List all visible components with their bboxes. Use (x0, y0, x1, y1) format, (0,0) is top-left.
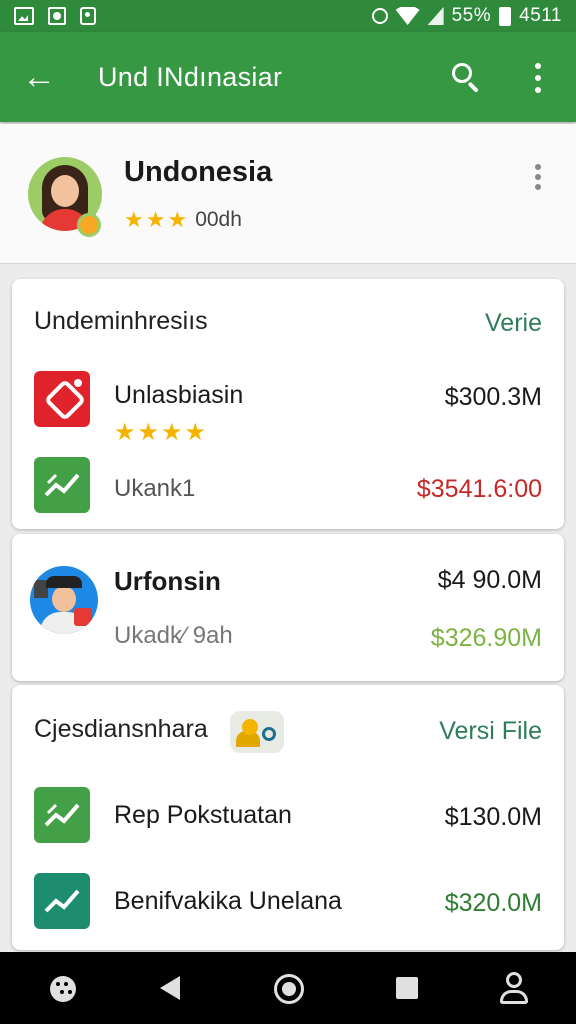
app-bar-title: Und INdınasiar (98, 61, 283, 92)
overflow-menu-icon[interactable] (528, 60, 548, 96)
card-view-link[interactable]: Verie (485, 309, 542, 338)
item-name[interactable]: Ukank1 (114, 475, 195, 503)
item-price: $320.0M (444, 889, 542, 917)
rating-text: 00dh (195, 208, 242, 231)
profile-header: Undonesia ★ ★ ★ 00dh (0, 124, 576, 264)
star-icon: ★ (145, 207, 166, 232)
card-heading: Cjesdiansnhara (34, 715, 208, 743)
verified-badge-icon (77, 213, 101, 237)
holdings-card: Cjesdiansnhara Versi File Rep Pokstuatan… (12, 685, 564, 950)
recents-icon[interactable] (366, 952, 446, 1024)
item-name[interactable]: Benifvakika Unelana (114, 887, 342, 916)
back-arrow-icon[interactable]: ← (0, 32, 84, 122)
item-price: $3541.6:00 (416, 475, 542, 503)
system-indicators: 55% 4511 (371, 5, 562, 27)
battery-icon (499, 6, 512, 26)
person-avatar (30, 566, 98, 634)
star-icon: ★ (114, 419, 136, 446)
item-price: $300.3M (444, 383, 542, 411)
notification-icons (14, 7, 96, 25)
wifi-icon (395, 7, 420, 25)
card-heading: Undeminhresiıs (34, 307, 208, 335)
person-name: Urfonsin (114, 566, 221, 596)
person-subtitle: Ukadk⁄ 9ah (114, 622, 233, 649)
back-icon[interactable] (130, 952, 210, 1024)
star-icon: ★ (184, 419, 207, 446)
item-rating: ★ ★ ★ ★ (114, 421, 206, 445)
card-file-link[interactable]: Versi File (439, 717, 542, 746)
person-card[interactable]: Urfonsin Ukadk⁄ 9ah $4 90.0M $326.90M (12, 534, 564, 681)
primary-price: $4 90.0M (437, 566, 542, 594)
alarm-icon (371, 8, 388, 24)
battery-percent: 55% (451, 5, 492, 26)
portfolio-card: Undeminhresiıs Verie Unlasbiasin ★ ★ ★ ★… (12, 279, 564, 529)
green-chart-icon (34, 457, 90, 513)
star-icon: ★ (161, 419, 183, 446)
message-notification-icon (48, 7, 66, 25)
search-icon[interactable] (448, 59, 484, 95)
home-icon[interactable] (248, 952, 328, 1024)
profile-more-icon[interactable] (532, 162, 544, 192)
user-badge-icon (230, 711, 284, 753)
signal-icon (427, 7, 444, 25)
red-tag-icon (34, 371, 90, 427)
item-name[interactable]: Unlasbiasin (114, 381, 243, 410)
app-notification-icon (80, 7, 96, 25)
clock: 4511 (519, 5, 562, 26)
system-nav-bar (0, 952, 576, 1024)
secondary-price: $326.90M (430, 624, 542, 652)
status-bar: 55% 4511 (0, 0, 576, 32)
star-icon: ★ (124, 207, 144, 232)
image-notification-icon (14, 7, 34, 25)
star-icon: ★ (137, 419, 160, 446)
account-icon[interactable] (474, 952, 554, 1024)
profile-rating: ★ ★ ★ 00dh (124, 208, 242, 232)
profile-name: Undonesia (124, 156, 273, 188)
teal-chart-icon (34, 873, 90, 929)
item-price: $130.0M (444, 803, 542, 831)
app-bar: ← Und INdınasiar (0, 32, 576, 122)
apps-icon[interactable] (22, 952, 102, 1024)
green-chart-icon (34, 787, 90, 843)
item-name[interactable]: Rep Pokstuatan (114, 801, 292, 830)
star-icon: ★ (167, 207, 188, 232)
